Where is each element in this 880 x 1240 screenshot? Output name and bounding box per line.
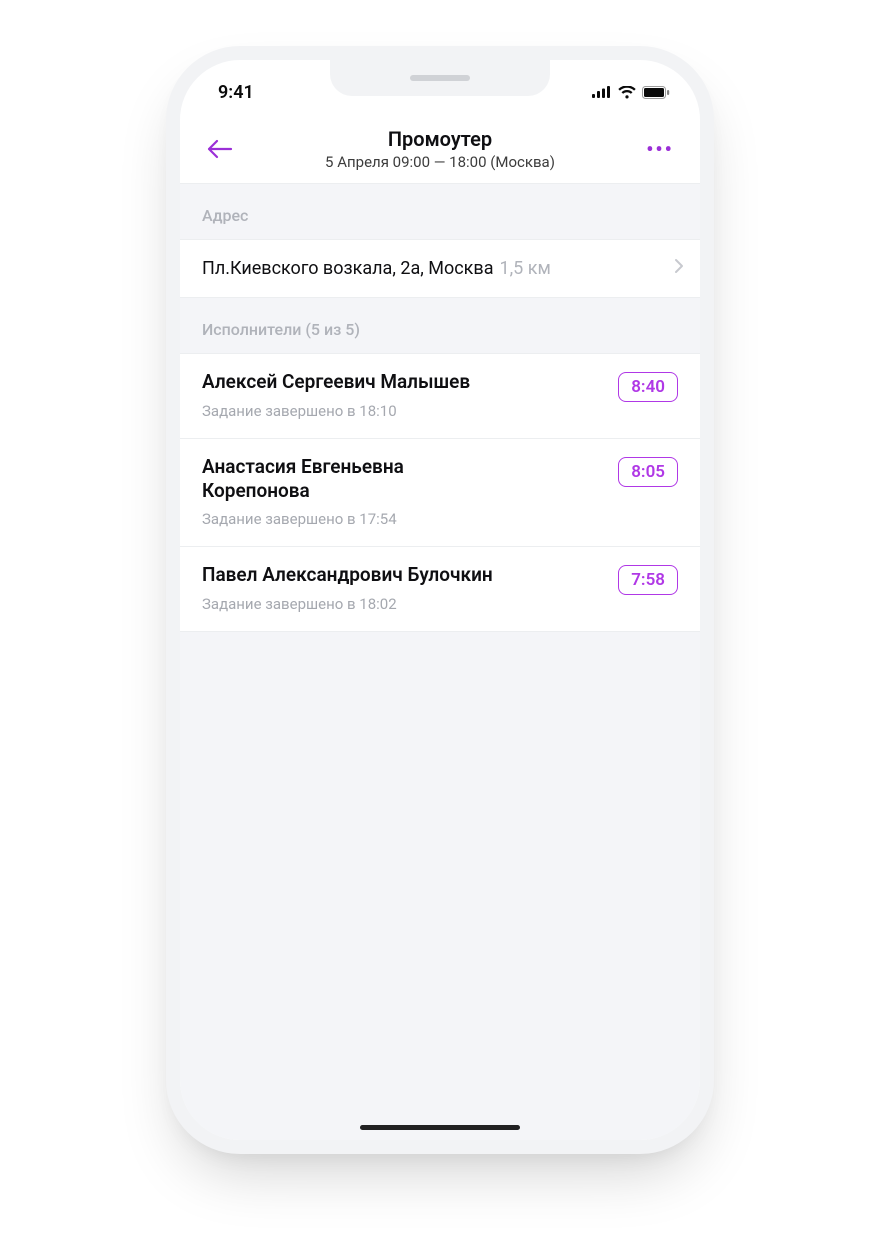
nav-bar: Промоутер 5 Апреля 09:00 — 18:00 (Москва… [180,114,700,184]
performer-name: Павел Александрович Булочкин [202,563,502,587]
cellular-icon [592,86,612,98]
address-section-label: Адрес [180,184,700,239]
page-title: Промоутер [198,127,682,151]
performers-section-label: Исполнители (5 из 5) [180,298,700,353]
device-notch [330,60,550,96]
time-badge: 8:05 [618,457,678,487]
phone-frame: 9:41 Промоутер 5 Апреля 09:00 — 18:00 (М… [180,60,700,1140]
address-row[interactable]: Пл.Киевского возкала, 2а, Москва 1,5 км [180,239,700,298]
performer-name: Анастасия Евгеньевна Корепонова [202,455,502,503]
dots-icon: ••• [646,137,674,161]
status-time: 9:41 [218,82,254,103]
speaker-grille [410,75,470,81]
screen-content: Промоутер 5 Апреля 09:00 — 18:00 (Москва… [180,114,700,1140]
home-indicator[interactable] [360,1125,520,1130]
address-text: Пл.Киевского возкала, 2а, Москва [202,258,493,279]
battery-icon [642,86,670,99]
page-subtitle: 5 Апреля 09:00 — 18:00 (Москва) [198,153,682,171]
list-item[interactable]: Анастасия Евгеньевна Корепонова Задание … [180,439,700,548]
wifi-icon [618,86,636,99]
performers-list: Алексей Сергеевич Малышев Задание заверш… [180,353,700,632]
performer-status: Задание завершено в 18:10 [202,402,606,420]
more-button[interactable]: ••• [638,127,682,171]
list-item[interactable]: Алексей Сергеевич Малышев Задание заверш… [180,354,700,439]
time-badge: 7:58 [618,565,678,595]
list-item[interactable]: Павел Александрович Булочкин Задание зав… [180,547,700,632]
performer-status: Задание завершено в 17:54 [202,510,606,528]
status-icons [592,86,670,99]
address-distance: 1,5 км [499,258,550,279]
nav-title-wrap: Промоутер 5 Апреля 09:00 — 18:00 (Москва… [198,127,682,171]
performer-status: Задание завершено в 18:02 [202,595,606,613]
performer-name: Алексей Сергеевич Малышев [202,370,502,394]
chevron-right-icon [674,258,684,279]
time-badge: 8:40 [618,372,678,402]
